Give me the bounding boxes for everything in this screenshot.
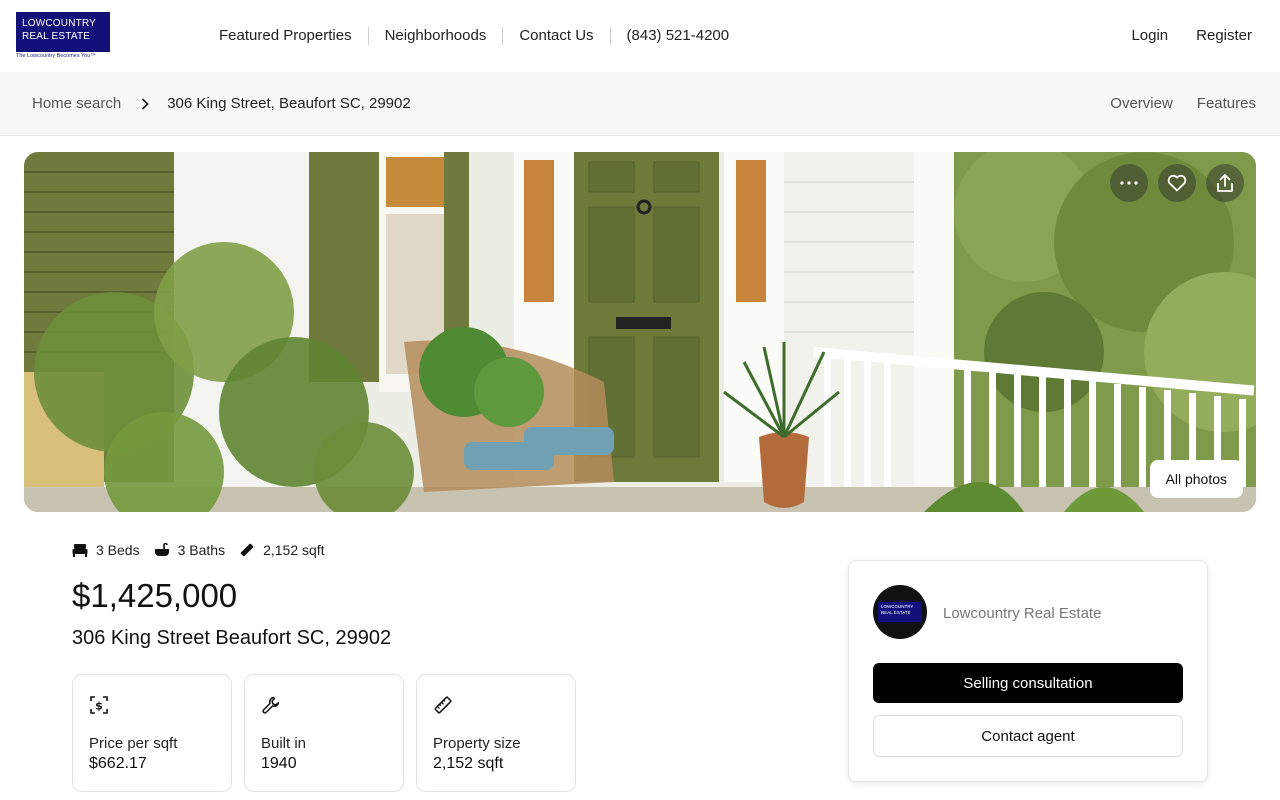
favorite-button[interactable] <box>1158 164 1196 202</box>
page-tabs: Overview Features <box>1110 94 1256 114</box>
share-icon <box>1217 174 1233 192</box>
beds-fact: 3 Beds <box>72 542 140 558</box>
logo-tagline: The Lowcountry Becomes You™ <box>16 53 96 59</box>
baths-text: 3 Baths <box>177 542 226 558</box>
tab-overview[interactable]: Overview <box>1110 94 1173 114</box>
agent-avatar: LOWCOUNTRY REAL ESTATE <box>873 585 927 639</box>
breadcrumb: Home search 306 King Street, Beaufort SC… <box>32 94 411 114</box>
stat-cards: $ Price per sqft $662.17 Built in 1940 P… <box>72 674 576 792</box>
bed-icon <box>72 544 88 557</box>
agent-panel: LOWCOUNTRY REAL ESTATE Lowcountry Real E… <box>848 560 1208 782</box>
selling-consultation-button[interactable]: Selling consultation <box>873 663 1183 703</box>
baths-fact: 3 Baths <box>154 542 225 558</box>
register-link[interactable]: Register <box>1196 26 1252 46</box>
login-link[interactable]: Login <box>1131 26 1168 46</box>
logo-line-2: REAL ESTATE <box>22 31 91 42</box>
hero-photo[interactable]: All photos <box>24 152 1256 512</box>
svg-text:$: $ <box>95 700 103 713</box>
hero-actions <box>1110 164 1244 202</box>
agent-name: Lowcountry Real Estate <box>943 605 1102 622</box>
stat-label: Property size <box>433 735 521 752</box>
stat-card-price-per-sqft: $ Price per sqft $662.17 <box>72 674 232 792</box>
main-nav: Featured Properties Neighborhoods Contac… <box>203 26 745 46</box>
all-photos-button[interactable]: All photos <box>1149 460 1243 498</box>
brand-logo[interactable]: LOWCOUNTRY REAL ESTATE The Lowcountry Be… <box>16 12 110 59</box>
listing-price: $1,425,000 <box>72 577 238 614</box>
stat-label: Built in <box>261 735 307 752</box>
sqft-fact: 2,152 sqft <box>239 542 325 558</box>
agent-logo: LOWCOUNTRY REAL ESTATE <box>878 602 922 622</box>
stat-card-property-size: Property size 2,152 sqft <box>416 674 576 792</box>
chevron-right-icon <box>142 98 149 110</box>
wrench-icon <box>262 696 280 714</box>
breadcrumb-current: 306 King Street, Beaufort SC, 29902 <box>167 95 411 112</box>
more-icon <box>1120 181 1138 185</box>
logo-box: LOWCOUNTRY REAL ESTATE <box>16 12 110 52</box>
stat-card-built-in: Built in 1940 <box>244 674 404 792</box>
nav-contact-us[interactable]: Contact Us <box>503 26 609 46</box>
stat-value: 2,152 sqft <box>433 755 504 772</box>
bathtub-icon <box>154 543 169 556</box>
contact-agent-button[interactable]: Contact agent <box>873 715 1183 757</box>
stat-label: Price per sqft <box>89 735 178 752</box>
agent-logo-line-2: REAL ESTATE <box>881 610 911 615</box>
nav-phone[interactable]: (843) 521-4200 <box>611 26 746 46</box>
sqft-text: 2,152 sqft <box>263 542 325 558</box>
auth-links: Login Register <box>1131 26 1252 46</box>
nav-featured-properties[interactable]: Featured Properties <box>203 26 368 46</box>
breadcrumb-bar: Home search 306 King Street, Beaufort SC… <box>0 72 1280 136</box>
share-button[interactable] <box>1206 164 1244 202</box>
ruler-icon <box>434 696 452 714</box>
agent-logo-line-1: LOWCOUNTRY <box>881 604 914 609</box>
ruler-icon <box>240 543 254 557</box>
top-navigation: LOWCOUNTRY REAL ESTATE The Lowcountry Be… <box>0 0 1280 72</box>
listing-facts: 3 Beds 3 Baths 2,152 sqft <box>72 542 339 558</box>
beds-text: 3 Beds <box>96 542 140 558</box>
nav-neighborhoods[interactable]: Neighborhoods <box>369 26 503 46</box>
breadcrumb-home-search[interactable]: Home search <box>32 94 121 114</box>
tab-features[interactable]: Features <box>1197 94 1256 114</box>
porch-photo <box>24 152 1256 512</box>
more-options-button[interactable] <box>1110 164 1148 202</box>
stat-value: 1940 <box>261 755 297 772</box>
logo-line-1: LOWCOUNTRY <box>22 18 97 29</box>
stat-value: $662.17 <box>89 755 147 772</box>
listing-address: 306 King Street Beaufort SC, 29902 <box>72 627 392 649</box>
heart-icon <box>1167 174 1187 192</box>
dollar-icon: $ <box>90 696 108 714</box>
